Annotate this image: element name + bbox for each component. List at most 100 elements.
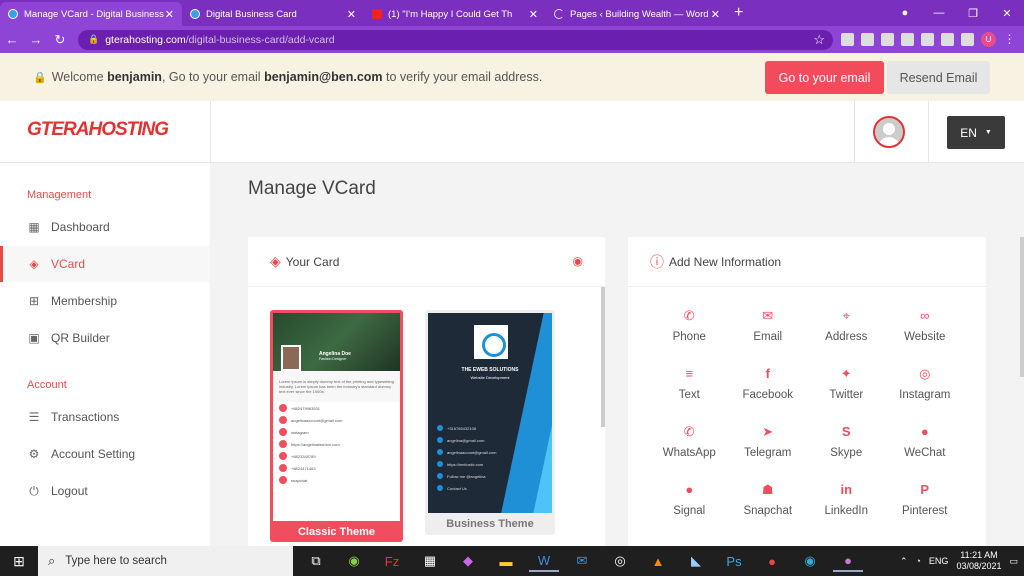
vlc-icon[interactable]: ▲ xyxy=(643,550,673,572)
bookmark-star-icon[interactable]: ☆ xyxy=(813,32,825,48)
sidebar-item-vcard[interactable]: ◈ VCard xyxy=(0,246,210,282)
resend-email-button[interactable]: Resend Email xyxy=(887,61,990,94)
browser-tab[interactable]: (1) "I'm Happy I Could Get Th ✕ xyxy=(364,2,546,26)
language-label: EN xyxy=(960,125,977,140)
power-icon: ⏻ xyxy=(29,483,39,498)
add-linkedin-button[interactable]: in LinkedIn xyxy=(807,483,886,518)
chevron-up-icon[interactable]: ⌃ xyxy=(900,556,908,567)
search-placeholder: Type here to search xyxy=(65,555,167,567)
close-tab-icon[interactable]: ✕ xyxy=(347,8,356,21)
extension-icon[interactable] xyxy=(841,33,854,46)
app-icon[interactable]: ◎ xyxy=(605,550,635,572)
eye-icon[interactable]: ◉ xyxy=(573,254,583,268)
clock[interactable]: 11:21 AM 03/08/2021 xyxy=(956,550,1001,572)
scrollbar[interactable] xyxy=(601,287,605,427)
profile-avatar[interactable]: U xyxy=(981,32,996,47)
close-tab-icon[interactable]: ✕ xyxy=(529,8,538,21)
add-signal-button[interactable]: ● Signal xyxy=(650,483,729,518)
extension-icon[interactable] xyxy=(901,33,914,46)
add-whatsapp-button[interactable]: ✆ WhatsApp xyxy=(650,425,729,460)
go-to-email-button[interactable]: Go to your email xyxy=(765,61,884,94)
app-icon[interactable]: ◉ xyxy=(339,550,369,572)
sidebar-item-qr-builder[interactable]: ▣ QR Builder xyxy=(0,320,210,356)
sidebar-icon[interactable] xyxy=(961,33,974,46)
add-pinterest-button[interactable]: P Pinterest xyxy=(886,483,965,518)
sidebar-item-account-setting[interactable]: ⚙ Account Setting xyxy=(0,436,210,472)
add-wechat-button[interactable]: ● WeChat xyxy=(886,425,965,460)
restore-button[interactable]: ❐ xyxy=(956,7,990,20)
theme-business[interactable]: THE EWEB SOLUTIONS Website Development +… xyxy=(425,310,555,535)
close-window-button[interactable]: ✕ xyxy=(990,7,1024,20)
app-icon[interactable]: ◣ xyxy=(681,550,711,572)
url-path: /digital-business-card/add-vcard xyxy=(185,33,335,46)
qr-icon: ▣ xyxy=(28,331,40,345)
your-card-title: Your Card xyxy=(285,254,340,269)
playlist-icon[interactable] xyxy=(941,33,954,46)
site-logo[interactable]: GTERAHOSTING xyxy=(27,119,169,141)
lock-icon[interactable]: 🔒 xyxy=(88,34,99,45)
date: 03/08/2021 xyxy=(956,561,1002,571)
add-twitter-button[interactable]: ✦ Twitter xyxy=(807,367,886,402)
store-icon[interactable]: ▦ xyxy=(415,550,445,572)
extension-icon[interactable] xyxy=(861,33,874,46)
add-telegram-button[interactable]: ➤ Telegram xyxy=(729,425,808,460)
edge-icon[interactable]: ◉ xyxy=(795,550,825,572)
browser-tab[interactable]: Manage VCard - Digital Business ✕ xyxy=(0,2,182,26)
network-icon[interactable]: ◔ xyxy=(915,556,920,566)
sidebar-item-transactions[interactable]: ☰ Transactions xyxy=(0,399,210,435)
verify-middle: , Go to your email xyxy=(161,70,261,84)
sidebar-item-logout[interactable]: ⏻ Logout xyxy=(0,473,210,509)
browser-tab[interactable]: Digital Business Card ✕ xyxy=(182,2,364,26)
add-skype-button[interactable]: S Skype xyxy=(807,425,886,460)
url-field[interactable]: 🔒 gterahosting.com/digital-business-card… xyxy=(78,29,833,50)
task-view-icon[interactable]: ⧉ xyxy=(301,550,331,572)
add-instagram-button[interactable]: ◎ Instagram xyxy=(886,367,965,402)
close-tab-icon[interactable]: ✕ xyxy=(711,8,720,21)
preview-row: angelinaaccount@gmail.com xyxy=(273,414,400,426)
add-text-button[interactable]: ≡ Text xyxy=(650,367,729,402)
profile-photo xyxy=(281,345,301,371)
time: 11:21 AM xyxy=(960,550,998,560)
theme-classic[interactable]: Angelina Doe Fashion Designer Lorem ipsum… xyxy=(270,310,403,542)
grid-icon: ▦ xyxy=(28,220,40,234)
photoshop-icon[interactable]: Ps xyxy=(719,550,749,572)
add-facebook-button[interactable]: f Facebook xyxy=(729,367,808,402)
menu-icon[interactable]: ⋮ xyxy=(1003,33,1016,46)
filezilla-icon[interactable]: Fz xyxy=(377,550,407,572)
sidebar-item-dashboard[interactable]: ▦ Dashboard xyxy=(0,209,210,245)
new-tab-button[interactable]: + xyxy=(734,4,743,22)
word-icon[interactable]: W xyxy=(529,550,559,572)
forward-button[interactable]: → xyxy=(24,32,48,47)
tab-search-icon[interactable]: ● xyxy=(888,7,922,19)
puzzle-icon[interactable] xyxy=(921,33,934,46)
reload-button[interactable]: ↻ xyxy=(48,32,72,48)
user-avatar[interactable] xyxy=(873,116,905,148)
browser-tab[interactable]: Pages ‹ Building Wealth — Word ✕ xyxy=(546,2,728,26)
close-tab-icon[interactable]: ✕ xyxy=(165,8,174,21)
language-dropdown[interactable]: EN ▼ xyxy=(947,116,1005,149)
notifications-icon[interactable]: ▭ xyxy=(1009,556,1018,567)
windows-start-icon[interactable]: ⊞ xyxy=(0,553,38,570)
add-info-header: ⓘ Add New Information xyxy=(628,237,986,287)
preview-name: Angelina Doe Fashion Designer xyxy=(319,351,351,361)
extension-icon[interactable] xyxy=(881,33,894,46)
add-email-button[interactable]: ✉ Email xyxy=(729,309,808,344)
main-content: Manage VCard ◈ Your Card ◉ Angelina Doe Fa… xyxy=(210,163,1024,546)
chrome-icon[interactable]: ● xyxy=(833,550,863,572)
taskbar-search[interactable]: ⌕ Type here to search xyxy=(38,546,293,576)
mail-icon[interactable]: ✉ xyxy=(567,550,597,572)
add-phone-button[interactable]: ✆ Phone xyxy=(650,309,729,344)
app-icon[interactable]: ◆ xyxy=(453,550,483,572)
add-website-button[interactable]: ∞ Website xyxy=(886,309,965,344)
file-explorer-icon[interactable]: ▬ xyxy=(491,550,521,572)
chrome-icon[interactable]: ● xyxy=(757,550,787,572)
minimize-button[interactable]: — xyxy=(922,7,956,19)
sidebar: Management ▦ Dashboard ◈ VCard ⊞ Membership… xyxy=(0,163,210,546)
page-scrollbar[interactable] xyxy=(1020,237,1024,377)
back-button[interactable]: ← xyxy=(0,32,24,47)
keyboard-language[interactable]: ENG xyxy=(929,556,949,566)
sidebar-item-membership[interactable]: ⊞ Membership xyxy=(0,283,210,319)
company-tagline: Website Development xyxy=(470,375,510,380)
add-address-button[interactable]: ⌖ Address xyxy=(807,309,886,344)
add-snapchat-button[interactable]: ☗ Snapchat xyxy=(729,483,808,518)
